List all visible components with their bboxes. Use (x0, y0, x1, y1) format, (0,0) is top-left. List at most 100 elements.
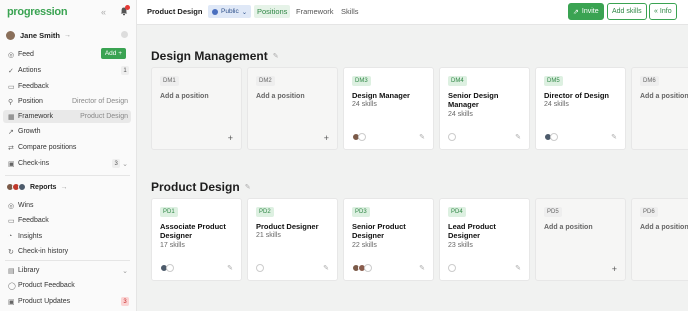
current-user[interactable]: Jane Smith → (6, 29, 130, 41)
pencil-icon[interactable]: ✎ (245, 183, 251, 191)
position-card[interactable]: DM2 Add a position + (247, 67, 338, 150)
section-title-product-design: Product Design ✎ (151, 180, 251, 194)
pencil-icon[interactable]: ✎ (611, 133, 617, 141)
skills-count: 21 skills (256, 232, 281, 239)
position-card[interactable]: DM3 Design Manager 24 skills ✎ (343, 67, 434, 150)
framework-icon: ▦ (8, 113, 15, 121)
position-card[interactable]: PD1 Associate Product Designer 17 skills… (151, 198, 242, 281)
avatar-placeholder (166, 264, 174, 272)
plus-icon[interactable]: + (324, 133, 329, 143)
position-card[interactable]: PD2 Product Designer 21 skills ✎ (247, 198, 338, 281)
compare-icon: ⇄ (8, 144, 14, 152)
framework-value: Product Design (80, 113, 128, 120)
position-code: DM1 (160, 76, 179, 86)
assignee-avatars (448, 264, 456, 272)
info-button[interactable]: « Info (649, 3, 677, 20)
main-content: Design Management ✎ DM1 Add a position +… (138, 26, 688, 311)
position-code: PD4 (448, 207, 466, 217)
tab-framework[interactable]: Framework (293, 5, 337, 18)
sidebar-item-compare-positions[interactable]: ⇄ Compare positions (3, 141, 131, 154)
app-logo[interactable]: progression (7, 6, 68, 18)
sidebar-item-label: Feedback (18, 83, 49, 90)
sidebar-item-insights[interactable]: ◔ Insights (3, 230, 131, 243)
position-card[interactable]: PD5 Add a position + (535, 198, 626, 281)
assignee-avatars (352, 264, 372, 272)
arrow-right-icon: → (60, 183, 68, 191)
sidebar-item-actions[interactable]: ✓ Actions 1 (3, 64, 131, 77)
sidebar-item-feedback[interactable]: ▭ Feedback (3, 80, 131, 93)
skills-count: 22 skills (352, 242, 377, 249)
sidebar-item-label: Compare positions (18, 144, 77, 151)
sidebar-item-framework[interactable]: ▦ Framework Product Design (3, 110, 131, 123)
sidebar-item-check-ins[interactable]: ▣ Check-ins 3 ⌄ (3, 157, 131, 170)
sidebar-item-feed[interactable]: ◎ Feed Add + (3, 48, 131, 61)
chevron-down-icon: ⌄ (241, 8, 248, 16)
tab-positions[interactable]: Positions (254, 5, 291, 18)
check-in-icon: ▣ (8, 160, 15, 168)
position-code: DM5 (544, 76, 563, 86)
assignee-avatars (256, 264, 264, 272)
pencil-icon[interactable]: ✎ (227, 264, 233, 272)
arrow-right-icon: → (64, 31, 72, 39)
collapse-left-icon: « (654, 8, 658, 15)
position-card[interactable]: DM4 Senior Design Manager 24 skills ✎ (439, 67, 530, 150)
sidebar-item-check-in-history[interactable]: ↻ Check-in history (3, 245, 131, 258)
page-title: Product Design (147, 7, 203, 16)
sidebar-item-position[interactable]: ⚲ Position Director of Design (3, 95, 131, 108)
avatar-placeholder (448, 133, 456, 141)
position-code: DM2 (256, 76, 275, 86)
position-card[interactable]: DM1 Add a position + (151, 67, 242, 150)
user-avatar (6, 30, 15, 40)
library-icon: ▤ (8, 267, 15, 275)
invite-button[interactable]: ⇗ Invite (568, 3, 604, 20)
pencil-icon[interactable]: ✎ (323, 264, 329, 272)
position-title: Product Designer (256, 222, 319, 231)
collapse-sidebar-icon[interactable]: « (101, 7, 106, 17)
feedback-icon: ▭ (8, 217, 15, 225)
chevron-down-icon[interactable]: ⌄ (122, 160, 128, 168)
add-skills-button[interactable]: Add skills (607, 3, 647, 20)
position-card[interactable]: PD4 Lead Product Designer 23 skills ✎ (439, 198, 530, 281)
skills-count: 23 skills (448, 242, 473, 249)
sidebar-item-reports-feedback[interactable]: ▭ Feedback (3, 214, 131, 227)
growth-icon: ↗ (8, 128, 14, 136)
visibility-dropdown[interactable]: Public ⌄ (208, 5, 252, 18)
position-card[interactable]: DM6 Add a position (631, 67, 688, 150)
sidebar-item-wins[interactable]: ◎ Wins (3, 199, 131, 212)
sidebar: progression « Jane Smith → ◎ Feed Add + … (0, 0, 137, 311)
insights-icon: ◔ (8, 233, 13, 240)
position-card[interactable]: PD6 Add a position (631, 198, 688, 281)
position-card[interactable]: PD3 Senior Product Designer 22 skills ✎ (343, 198, 434, 281)
add-button[interactable]: Add + (100, 48, 126, 59)
skills-count: 24 skills (448, 111, 473, 118)
position-card[interactable]: DM5 Director of Design 24 skills ✎ (535, 67, 626, 150)
pencil-icon[interactable]: ✎ (273, 52, 279, 60)
position-code: PD5 (544, 207, 562, 217)
count-badge: 3 (121, 297, 129, 306)
settings-icon[interactable] (121, 31, 128, 38)
sidebar-item-label: Actions (18, 67, 41, 74)
wins-icon: ◎ (8, 202, 15, 210)
sidebar-item-library[interactable]: ▤ Library ⌄ (3, 264, 131, 277)
pencil-icon[interactable]: ✎ (515, 133, 521, 141)
add-position-label: Add a position (640, 224, 688, 231)
sidebar-item-growth[interactable]: ↗ Growth (3, 125, 131, 138)
chat-icon: ◯ (8, 282, 16, 290)
chevron-down-icon[interactable]: ⌄ (122, 267, 128, 275)
sidebar-item-product-feedback[interactable]: ◯ Product Feedback (3, 279, 131, 292)
pencil-icon[interactable]: ✎ (419, 133, 425, 141)
plus-icon[interactable]: + (228, 133, 233, 143)
sidebar-divider (5, 175, 130, 176)
pencil-icon[interactable]: ✎ (515, 264, 521, 272)
pencil-icon[interactable]: ✎ (419, 264, 425, 272)
globe-icon (212, 8, 218, 15)
tab-skills[interactable]: Skills (338, 5, 362, 18)
feed-icon: ◎ (8, 51, 15, 59)
reports-header[interactable]: Reports → (6, 181, 67, 193)
plus-icon[interactable]: + (612, 264, 617, 274)
sidebar-item-product-updates[interactable]: ▣ Product Updates 3 (3, 295, 131, 308)
position-icon: ⚲ (8, 98, 14, 106)
position-title: Associate Product Designer (160, 222, 226, 240)
updates-icon: ▣ (8, 298, 15, 306)
actions-icon: ✓ (8, 67, 14, 75)
